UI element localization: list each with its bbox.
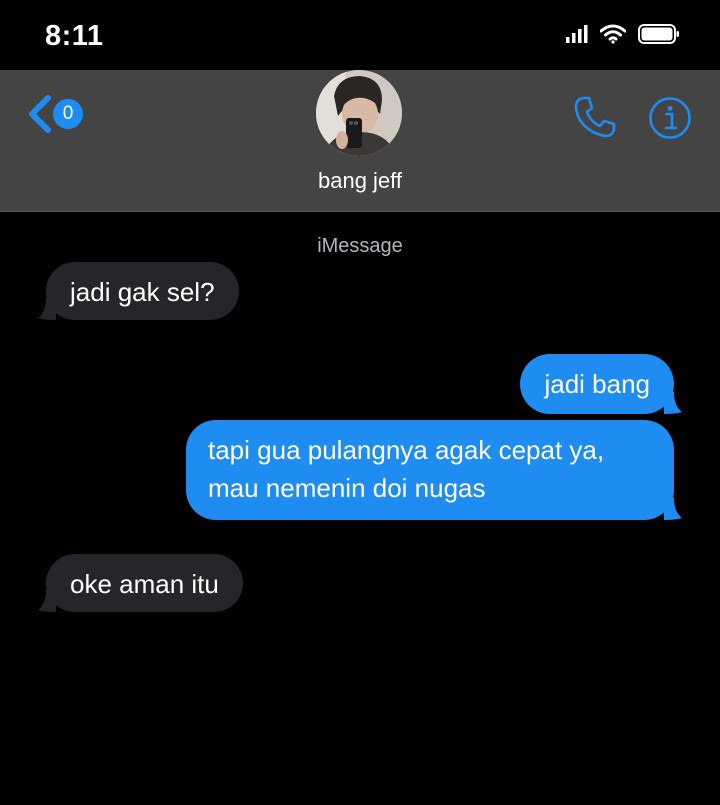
message-text: jadi bang bbox=[544, 369, 650, 399]
message-bubble-outgoing[interactable]: tapi gua pulangnya agak cepat ya, mau ne… bbox=[186, 420, 682, 520]
status-icons bbox=[566, 24, 680, 44]
bubble-tail bbox=[38, 590, 56, 612]
avatar-photo bbox=[316, 70, 402, 156]
wifi-icon bbox=[600, 24, 626, 44]
info-icon[interactable] bbox=[648, 96, 692, 140]
unread-count-badge: 0 bbox=[53, 99, 83, 129]
message-text: oke aman itu bbox=[70, 569, 219, 599]
contact-name[interactable]: bang jeff bbox=[0, 168, 720, 194]
back-button[interactable]: 0 bbox=[26, 94, 83, 134]
bubble-tail bbox=[664, 498, 682, 520]
chevron-left-icon bbox=[29, 95, 51, 133]
message-bubble-incoming[interactable]: jadi gak sel? bbox=[38, 262, 239, 320]
bubble-tail bbox=[664, 392, 682, 414]
bubble-tail bbox=[38, 298, 56, 320]
message-bubble-outgoing[interactable]: jadi bang bbox=[520, 354, 682, 414]
contact-avatar[interactable] bbox=[316, 70, 402, 156]
message-bubble-incoming[interactable]: oke aman itu bbox=[38, 554, 243, 612]
battery-icon bbox=[638, 24, 679, 44]
message-text: tapi gua pulangnya agak cepat ya, mau ne… bbox=[208, 435, 605, 503]
status-time: 8:11 bbox=[45, 20, 104, 52]
cellular-signal-icon bbox=[566, 25, 588, 43]
service-label: iMessage bbox=[317, 235, 403, 257]
conversation-header: 0 bang jeff bbox=[0, 70, 720, 212]
status-bar: 8:11 bbox=[0, 0, 720, 70]
phone-icon[interactable] bbox=[572, 94, 618, 140]
message-text: jadi gak sel? bbox=[70, 277, 215, 307]
